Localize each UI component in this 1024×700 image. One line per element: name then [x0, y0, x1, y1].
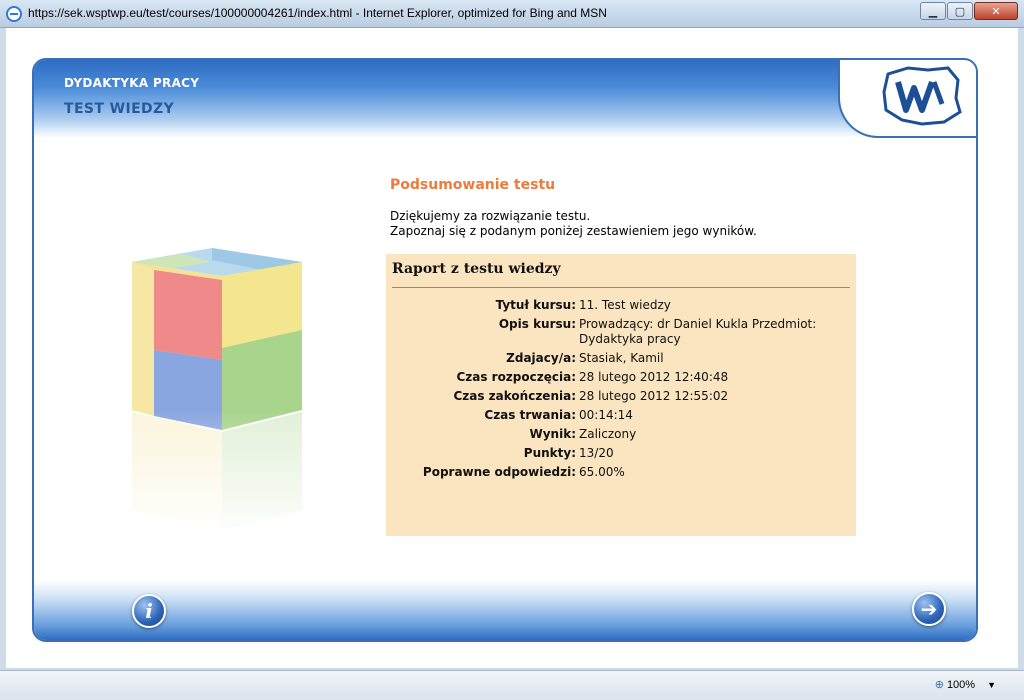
report-label: Wynik:	[529, 427, 577, 441]
header-band	[34, 60, 976, 138]
course-name: DYDAKTYKA PRACY	[64, 76, 200, 90]
zoom-icon: ⊕	[934, 679, 944, 691]
info-icon: i	[145, 599, 153, 623]
report-label: Czas trwania:	[484, 408, 576, 422]
report-value: 28 lutego 2012 12:55:02	[579, 389, 729, 403]
report-row: Poprawne odpowiedzi: 65.00%	[386, 465, 856, 480]
ie-icon	[6, 6, 22, 22]
next-button[interactable]: ➔	[912, 592, 946, 626]
footer-band: i ➔	[34, 580, 976, 640]
logo-tab	[838, 60, 976, 138]
zoom-level: 100%	[946, 678, 976, 691]
maximize-button[interactable]: ▢	[947, 2, 973, 20]
report-label: Czas zakończenia:	[453, 389, 576, 403]
report-row: Opis kursu: Prowadzący: dr Daniel Kukla …	[386, 317, 856, 347]
arrow-right-icon: ➔	[920, 597, 938, 621]
window-title: https://sek.wsptwp.eu/test/courses/10000…	[28, 6, 607, 20]
report-value: Prowadzący: dr Daniel Kukla Przedmiot: D…	[579, 317, 817, 346]
report-table: Tytuł kursu: 11. Test wiedzy Opis kursu:…	[386, 298, 856, 484]
report-row: Czas rozpoczęcia: 28 lutego 2012 12:40:4…	[386, 370, 856, 385]
report-value: Zaliczony	[579, 427, 637, 441]
window-controls: ▁ ▢ ✕	[919, 2, 1018, 20]
report-row: Zdajacy/a: Stasiak, Kamil	[386, 351, 856, 366]
puzzle-cube-image	[122, 248, 312, 540]
report-row: Czas trwania: 00:14:14	[386, 408, 856, 423]
report-label: Punkty:	[523, 446, 576, 460]
report-label: Opis kursu:	[498, 317, 576, 331]
report-row: Tytuł kursu: 11. Test wiedzy	[386, 298, 856, 313]
report-label: Zdajacy/a:	[506, 351, 576, 365]
report-label: Poprawne odpowiedzi:	[422, 465, 576, 479]
report-value: 28 lutego 2012 12:40:48	[579, 370, 729, 384]
report-value: 13/20	[579, 446, 614, 460]
wsptwp-logo	[882, 66, 962, 126]
test-name: TEST WIEDZY	[64, 101, 175, 117]
window-titlebar: https://sek.wsptwp.eu/test/courses/10000…	[0, 0, 1024, 28]
report-row: Punkty: 13/20	[386, 446, 856, 461]
close-button[interactable]: ✕	[974, 2, 1018, 20]
report-label: Tytuł kursu:	[495, 298, 576, 312]
report-title: Raport z testu wiedzy	[392, 261, 561, 277]
report-divider	[392, 287, 850, 288]
intro-line-1: Dziękujemy za rozwiązanie testu.	[390, 209, 591, 223]
report-row: Wynik: Zaliczony	[386, 427, 856, 442]
browser-content: DYDAKTYKA PRACY TEST WIEDZY Podsumowanie…	[6, 28, 1018, 668]
intro-line-2: Zapoznaj się z podanym poniżej zestawien…	[390, 224, 757, 238]
summary-intro: Dziękujemy za rozwiązanie testu. Zapozna…	[390, 209, 757, 239]
report-value: 65.00%	[579, 465, 625, 479]
zoom-control[interactable]: ⊕ 100% ▼	[934, 678, 996, 692]
report-value: 00:14:14	[579, 408, 633, 422]
course-frame: DYDAKTYKA PRACY TEST WIEDZY Podsumowanie…	[32, 58, 978, 642]
info-button[interactable]: i	[132, 594, 166, 628]
report-label: Czas rozpoczęcia:	[456, 370, 576, 384]
report-panel: Raport z testu wiedzy Tytuł kursu: 11. T…	[386, 254, 856, 536]
report-value: 11. Test wiedzy	[579, 298, 671, 312]
status-bar: ⊕ 100% ▼	[0, 670, 1024, 700]
summary-title: Podsumowanie testu	[390, 177, 556, 193]
report-value: Stasiak, Kamil	[579, 351, 664, 365]
chevron-down-icon: ▼	[987, 679, 996, 690]
report-row: Czas zakończenia: 28 lutego 2012 12:55:0…	[386, 389, 856, 404]
minimize-button[interactable]: ▁	[920, 2, 946, 20]
